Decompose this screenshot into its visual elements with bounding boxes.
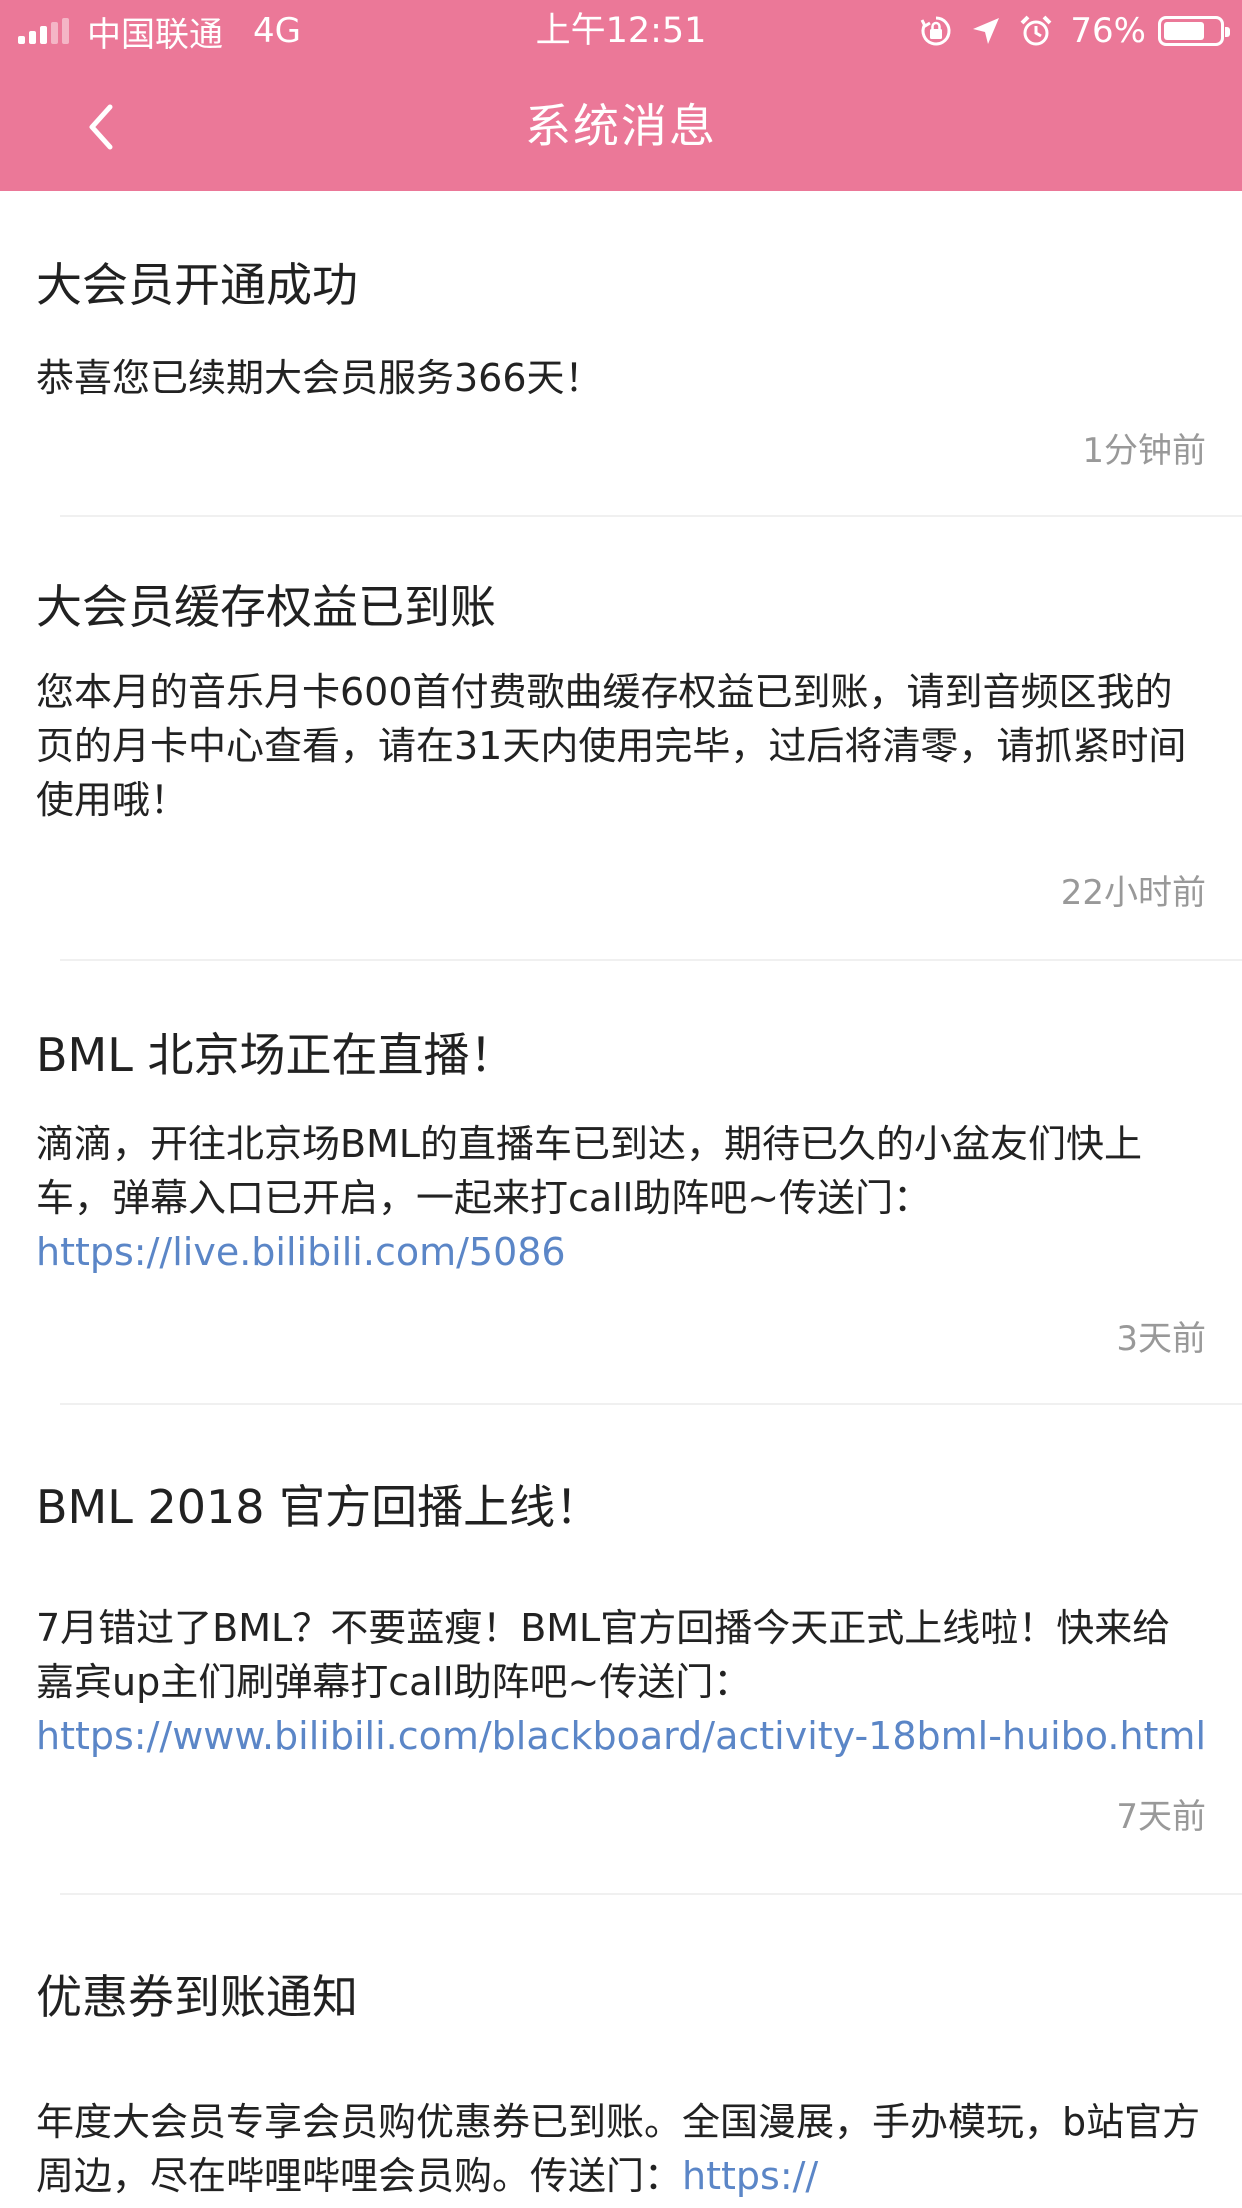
app-screen: 中国联通 4G 上午12:51 76% 系统消息 大会员开通成功 恭喜您已续期大…	[0, 0, 1242, 2208]
message-body: 7月错过了BML？不要蓝瘦！BML官方回播今天正式上线啦！快来给嘉宾up主们刷弹…	[36, 1601, 1206, 1763]
message-body: 您本月的音乐月卡600首付费歌曲缓存权益已到账，请到音频区我的页的月卡中心查看，…	[36, 665, 1206, 827]
message-body: 年度大会员专享会员购优惠券已到账。全国漫展，手办模玩，b站官方周边，尽在哔哩哔哩…	[36, 2095, 1206, 2203]
message-time: 1分钟前	[1082, 431, 1206, 471]
battery-percent: 76%	[1070, 11, 1146, 51]
status-bar: 中国联通 4G 上午12:51 76%	[0, 0, 1242, 62]
message-body: 滴滴，开往北京场BML的直播车已到达，期待已久的小盆友们快上车，弹幕入口已开启，…	[36, 1117, 1206, 1279]
message-title: 优惠券到账通知	[36, 1970, 358, 2024]
location-icon	[968, 13, 1004, 49]
message-body-text: 您本月的音乐月卡600首付费歌曲缓存权益已到账，请到音频区我的页的月卡中心查看，…	[36, 670, 1187, 822]
message-link[interactable]: https://live.bilibili.com/5086	[36, 1230, 566, 1274]
message-title: 大会员开通成功	[36, 258, 358, 312]
message-body-text: 7月错过了BML？不要蓝瘦！BML官方回播今天正式上线啦！快来给嘉宾up主们刷弹…	[36, 1606, 1171, 1704]
status-right: 76%	[904, 10, 1230, 52]
header: 中国联通 4G 上午12:51 76% 系统消息	[0, 0, 1242, 191]
message-title: BML 2018 官方回播上线！	[36, 1480, 602, 1534]
orientation-lock-icon	[918, 13, 954, 49]
battery-nub	[1225, 27, 1230, 37]
message-item[interactable]: BML 2018 官方回播上线！ 7月错过了BML？不要蓝瘦！BML官方回播今天…	[0, 1405, 1242, 1893]
message-body-text: 年度大会员专享会员购优惠券已到账。全国漫展，手办模玩，b站官方周边，尽在哔哩哔哩…	[36, 2100, 1201, 2198]
message-item[interactable]: 大会员开通成功 恭喜您已续期大会员服务366天！ 1分钟前	[0, 191, 1242, 515]
message-time: 22小时前	[1060, 873, 1206, 913]
message-link[interactable]: https://www.bilibili.com/blackboard/acti…	[36, 1714, 1206, 1758]
battery-icon	[1158, 16, 1230, 46]
battery-fill	[1164, 22, 1204, 40]
message-item[interactable]: BML 北京场正在直播！ 滴滴，开往北京场BML的直播车已到达，期待已久的小盆友…	[0, 961, 1242, 1403]
message-body: 恭喜您已续期大会员服务366天！	[36, 351, 1206, 405]
message-time: 7天前	[1116, 1797, 1206, 1837]
message-title: BML 北京场正在直播！	[36, 1028, 516, 1082]
message-item[interactable]: 优惠券到账通知 年度大会员专享会员购优惠券已到账。全国漫展，手办模玩，b站官方周…	[0, 1895, 1242, 2208]
message-body-text: 恭喜您已续期大会员服务366天！	[36, 356, 603, 400]
alarm-icon	[1018, 13, 1054, 49]
message-item[interactable]: 大会员缓存权益已到账 您本月的音乐月卡600首付费歌曲缓存权益已到账，请到音频区…	[0, 517, 1242, 959]
message-time: 3天前	[1116, 1319, 1206, 1359]
message-link[interactable]: https://	[682, 2154, 818, 2198]
message-body-text: 滴滴，开往北京场BML的直播车已到达，期待已久的小盆友们快上车，弹幕入口已开启，…	[36, 1122, 1143, 1220]
message-title: 大会员缓存权益已到账	[36, 580, 496, 634]
page-title: 系统消息	[525, 99, 717, 153]
nav-bar: 系统消息	[0, 62, 1242, 191]
